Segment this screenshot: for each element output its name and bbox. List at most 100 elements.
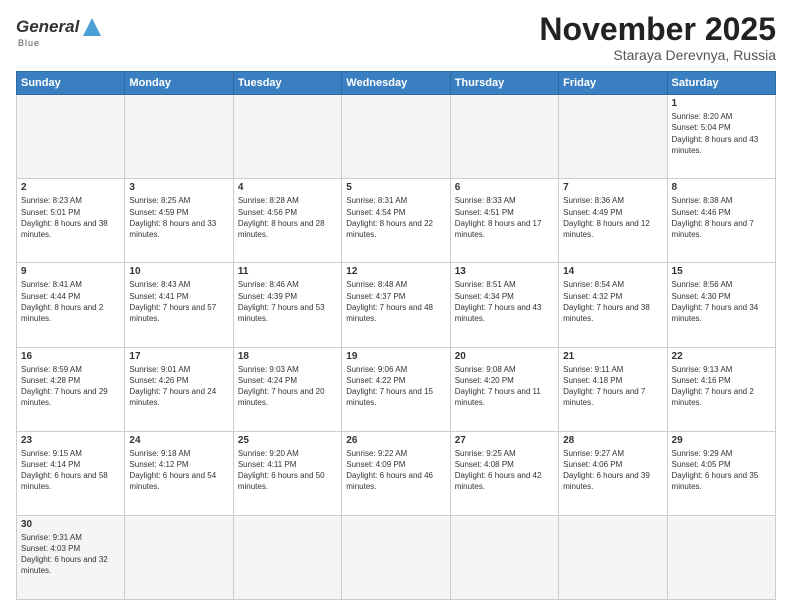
calendar-table: Sunday Monday Tuesday Wednesday Thursday… (16, 71, 776, 600)
calendar-cell (125, 95, 233, 179)
calendar-cell: 21 Sunrise: 9:11 AMSunset: 4:18 PMDayligh… (559, 347, 667, 431)
logo: General Blue (16, 16, 103, 48)
day-number: 25 (238, 435, 337, 446)
day-info: Sunrise: 8:59 AMSunset: 4:28 PMDaylight:… (21, 364, 120, 409)
col-tuesday: Tuesday (233, 72, 341, 95)
day-number: 10 (129, 266, 228, 277)
day-info: Sunrise: 8:46 AMSunset: 4:39 PMDaylight:… (238, 279, 337, 324)
calendar-week-2: 9 Sunrise: 8:41 AMSunset: 4:44 PMDaylight… (17, 263, 776, 347)
day-info: Sunrise: 8:56 AMSunset: 4:30 PMDaylight:… (672, 279, 771, 324)
day-info: Sunrise: 8:36 AMSunset: 4:49 PMDaylight:… (563, 195, 662, 240)
day-info: Sunrise: 9:27 AMSunset: 4:06 PMDaylight:… (563, 448, 662, 493)
col-monday: Monday (125, 72, 233, 95)
day-number: 12 (346, 266, 445, 277)
calendar-cell: 11 Sunrise: 8:46 AMSunset: 4:39 PMDayligh… (233, 263, 341, 347)
day-number: 5 (346, 182, 445, 193)
calendar-week-3: 16Sunrise: 8:59 AMSunset: 4:28 PMDayligh… (17, 347, 776, 431)
day-number: 21 (563, 351, 662, 362)
calendar-cell (450, 95, 558, 179)
day-info: Sunrise: 9:31 AMSunset: 4:03 PMDaylight:… (21, 532, 120, 577)
calendar-cell (667, 515, 775, 599)
day-number: 29 (672, 435, 771, 446)
col-thursday: Thursday (450, 72, 558, 95)
col-saturday: Saturday (667, 72, 775, 95)
day-info: Sunrise: 8:23 AMSunset: 5:01 PMDaylight:… (21, 195, 120, 240)
calendar-cell: 13Sunrise: 8:51 AMSunset: 4:34 PMDayligh… (450, 263, 558, 347)
day-info: Sunrise: 9:11 AMSunset: 4:18 PMDaylight:… (563, 364, 662, 409)
day-info: Sunrise: 9:08 AMSunset: 4:20 PMDaylight:… (455, 364, 554, 409)
day-number: 27 (455, 435, 554, 446)
calendar-cell: 3Sunrise: 8:25 AMSunset: 4:59 PMDaylight… (125, 179, 233, 263)
header-row: Sunday Monday Tuesday Wednesday Thursday… (17, 72, 776, 95)
day-info: Sunrise: 8:33 AMSunset: 4:51 PMDaylight:… (455, 195, 554, 240)
day-info: Sunrise: 8:54 AMSunset: 4:32 PMDaylight:… (563, 279, 662, 324)
logo-blue-text: Blue (18, 38, 40, 48)
title-block: November 2025 Staraya Derevnya, Russia (539, 12, 776, 63)
day-info: Sunrise: 8:43 AMSunset: 4:41 PMDaylight:… (129, 279, 228, 324)
calendar-cell (233, 515, 341, 599)
day-number: 18 (238, 351, 337, 362)
calendar-cell: 6Sunrise: 8:33 AMSunset: 4:51 PMDaylight… (450, 179, 558, 263)
calendar-cell: 1Sunrise: 8:20 AMSunset: 5:04 PMDaylight… (667, 95, 775, 179)
day-number: 19 (346, 351, 445, 362)
calendar-cell (450, 515, 558, 599)
calendar-cell: 19 Sunrise: 9:06 AMSunset: 4:22 PMDayligh… (342, 347, 450, 431)
calendar-cell: 4Sunrise: 8:28 AMSunset: 4:56 PMDaylight… (233, 179, 341, 263)
calendar-cell: 20Sunrise: 9:08 AMSunset: 4:20 PMDayligh… (450, 347, 558, 431)
calendar-cell: 22 Sunrise: 9:13 AMSunset: 4:16 PMDayligh… (667, 347, 775, 431)
day-number: 11 (238, 266, 337, 277)
calendar-page: General Blue November 2025 Staraya Derev… (0, 0, 792, 612)
calendar-cell (17, 95, 125, 179)
day-number: 7 (563, 182, 662, 193)
calendar-cell: 27 Sunrise: 9:25 AMSunset: 4:08 PMDayligh… (450, 431, 558, 515)
day-info: Sunrise: 8:41 AMSunset: 4:44 PMDaylight:… (21, 279, 120, 324)
calendar-cell: 30 Sunrise: 9:31 AMSunset: 4:03 PMDayligh… (17, 515, 125, 599)
calendar-cell (125, 515, 233, 599)
calendar-week-4: 23 Sunrise: 9:15 AMSunset: 4:14 PMDayligh… (17, 431, 776, 515)
calendar-cell: 8 Sunrise: 8:38 AMSunset: 4:46 PMDaylight… (667, 179, 775, 263)
day-number: 9 (21, 266, 120, 277)
calendar-cell (559, 95, 667, 179)
calendar-cell (233, 95, 341, 179)
day-info: Sunrise: 9:25 AMSunset: 4:08 PMDaylight:… (455, 448, 554, 493)
day-info: Sunrise: 9:13 AMSunset: 4:16 PMDaylight:… (672, 364, 771, 409)
day-number: 1 (672, 98, 771, 109)
calendar-cell: 24 Sunrise: 9:18 AMSunset: 4:12 PMDayligh… (125, 431, 233, 515)
day-info: Sunrise: 9:20 AMSunset: 4:11 PMDaylight:… (238, 448, 337, 493)
logo-icon: General (16, 16, 103, 38)
calendar-cell: 23 Sunrise: 9:15 AMSunset: 4:14 PMDayligh… (17, 431, 125, 515)
day-info: Sunrise: 8:38 AMSunset: 4:46 PMDaylight:… (672, 195, 771, 240)
day-info: Sunrise: 9:29 AMSunset: 4:05 PMDaylight:… (672, 448, 771, 493)
day-info: Sunrise: 8:28 AMSunset: 4:56 PMDaylight:… (238, 195, 337, 240)
calendar-cell: 29 Sunrise: 9:29 AMSunset: 4:05 PMDayligh… (667, 431, 775, 515)
logo-text-general: General (16, 17, 79, 37)
day-info: Sunrise: 8:48 AMSunset: 4:37 PMDaylight:… (346, 279, 445, 324)
calendar-cell (559, 515, 667, 599)
calendar-cell: 10 Sunrise: 8:43 AMSunset: 4:41 PMDayligh… (125, 263, 233, 347)
day-info: Sunrise: 9:18 AMSunset: 4:12 PMDaylight:… (129, 448, 228, 493)
calendar-cell (342, 95, 450, 179)
day-number: 24 (129, 435, 228, 446)
header: General Blue November 2025 Staraya Derev… (16, 12, 776, 63)
day-info: Sunrise: 9:15 AMSunset: 4:14 PMDaylight:… (21, 448, 120, 493)
day-number: 8 (672, 182, 771, 193)
day-number: 22 (672, 351, 771, 362)
calendar-cell: 12 Sunrise: 8:48 AMSunset: 4:37 PMDayligh… (342, 263, 450, 347)
logo-triangle-icon (81, 16, 103, 38)
day-info: Sunrise: 9:06 AMSunset: 4:22 PMDaylight:… (346, 364, 445, 409)
calendar-cell: 2Sunrise: 8:23 AMSunset: 5:01 PMDaylight… (17, 179, 125, 263)
day-info: Sunrise: 8:51 AMSunset: 4:34 PMDaylight:… (455, 279, 554, 324)
calendar-cell (342, 515, 450, 599)
calendar-week-5: 30 Sunrise: 9:31 AMSunset: 4:03 PMDayligh… (17, 515, 776, 599)
calendar-week-1: 2Sunrise: 8:23 AMSunset: 5:01 PMDaylight… (17, 179, 776, 263)
day-number: 23 (21, 435, 120, 446)
calendar-title: November 2025 (539, 12, 776, 47)
day-number: 28 (563, 435, 662, 446)
day-number: 14 (563, 266, 662, 277)
calendar-cell: 14 Sunrise: 8:54 AMSunset: 4:32 PMDayligh… (559, 263, 667, 347)
calendar-location: Staraya Derevnya, Russia (539, 47, 776, 63)
col-wednesday: Wednesday (342, 72, 450, 95)
calendar-cell: 18Sunrise: 9:03 AMSunset: 4:24 PMDayligh… (233, 347, 341, 431)
calendar-cell: 28 Sunrise: 9:27 AMSunset: 4:06 PMDayligh… (559, 431, 667, 515)
day-number: 30 (21, 519, 120, 530)
